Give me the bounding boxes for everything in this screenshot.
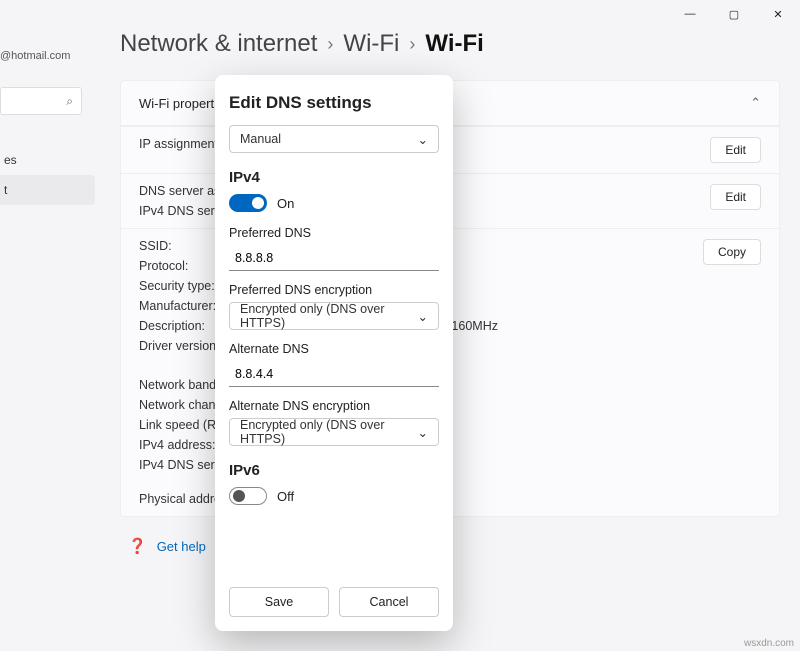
ipv4-toggle-label: On	[277, 196, 294, 211]
alternate-dns-enc-label: Alternate DNS encryption	[229, 399, 439, 413]
alternate-dns-enc-select[interactable]: Encrypted only (DNS over HTTPS) ⌄	[229, 418, 439, 446]
breadcrumb-mid[interactable]: Wi-Fi	[343, 30, 399, 58]
ipv6-toggle-label: Off	[277, 489, 294, 504]
breadcrumb: Network & internet › Wi-Fi › Wi-Fi	[120, 30, 785, 58]
ipv4-toggle-row: On	[229, 194, 439, 212]
dns-mode-value: Manual	[240, 132, 281, 146]
sidebar: @hotmail.com ⌕ es t	[0, 50, 95, 205]
chevron-right-icon: ›	[409, 34, 415, 55]
edit-dns-dialog: Edit DNS settings Manual ⌄ IPv4 On Prefe…	[215, 75, 453, 631]
search-input[interactable]: ⌕	[0, 87, 82, 115]
dialog-actions: Save Cancel	[229, 587, 439, 617]
save-button[interactable]: Save	[229, 587, 329, 617]
breadcrumb-current: Wi-Fi	[425, 30, 483, 58]
alternate-dns-label: Alternate DNS	[229, 342, 439, 356]
prop-value: 0 160MHz	[441, 319, 691, 333]
preferred-dns-enc-label: Preferred DNS encryption	[229, 283, 439, 297]
preferred-dns-input[interactable]	[229, 245, 439, 271]
search-icon: ⌕	[66, 94, 73, 109]
preferred-dns-enc-select[interactable]: Encrypted only (DNS over HTTPS) ⌄	[229, 302, 439, 330]
sidebar-item-active[interactable]: t	[0, 175, 95, 205]
dns-mode-select[interactable]: Manual ⌄	[229, 125, 439, 153]
chevron-down-icon: ⌄	[418, 425, 428, 440]
chevron-right-icon: ›	[327, 34, 333, 55]
close-button[interactable]: ✕	[756, 0, 800, 28]
copy-button[interactable]: Copy	[703, 239, 761, 265]
sidebar-item[interactable]: es	[0, 145, 95, 175]
breadcrumb-root[interactable]: Network & internet	[120, 30, 317, 58]
alternate-dns-enc-value: Encrypted only (DNS over HTTPS)	[240, 418, 418, 446]
ipv6-toggle-row: Off	[229, 487, 439, 505]
help-icon: ❓	[128, 537, 147, 555]
maximize-button[interactable]: ▢	[712, 0, 756, 28]
minimize-button[interactable]: —	[668, 0, 712, 28]
edit-button[interactable]: Edit	[710, 137, 761, 163]
chevron-down-icon: ⌄	[418, 132, 428, 147]
alternate-dns-input[interactable]	[229, 361, 439, 387]
preferred-dns-label: Preferred DNS	[229, 226, 439, 240]
ipv4-toggle[interactable]	[229, 194, 267, 212]
window-controls: — ▢ ✕	[668, 0, 800, 28]
cancel-button[interactable]: Cancel	[339, 587, 439, 617]
ipv6-heading: IPv6	[229, 462, 439, 479]
watermark: wsxdn.com	[744, 638, 794, 649]
chevron-down-icon: ⌄	[418, 309, 428, 324]
preferred-dns-enc-value: Encrypted only (DNS over HTTPS)	[240, 302, 418, 330]
ipv4-heading: IPv4	[229, 169, 439, 186]
account-email: @hotmail.com	[0, 50, 95, 62]
chevron-up-icon: ⌃	[750, 95, 761, 111]
dialog-title: Edit DNS settings	[229, 93, 439, 113]
ipv6-toggle[interactable]	[229, 487, 267, 505]
edit-button[interactable]: Edit	[710, 184, 761, 210]
get-help-link[interactable]: Get help	[157, 539, 206, 554]
